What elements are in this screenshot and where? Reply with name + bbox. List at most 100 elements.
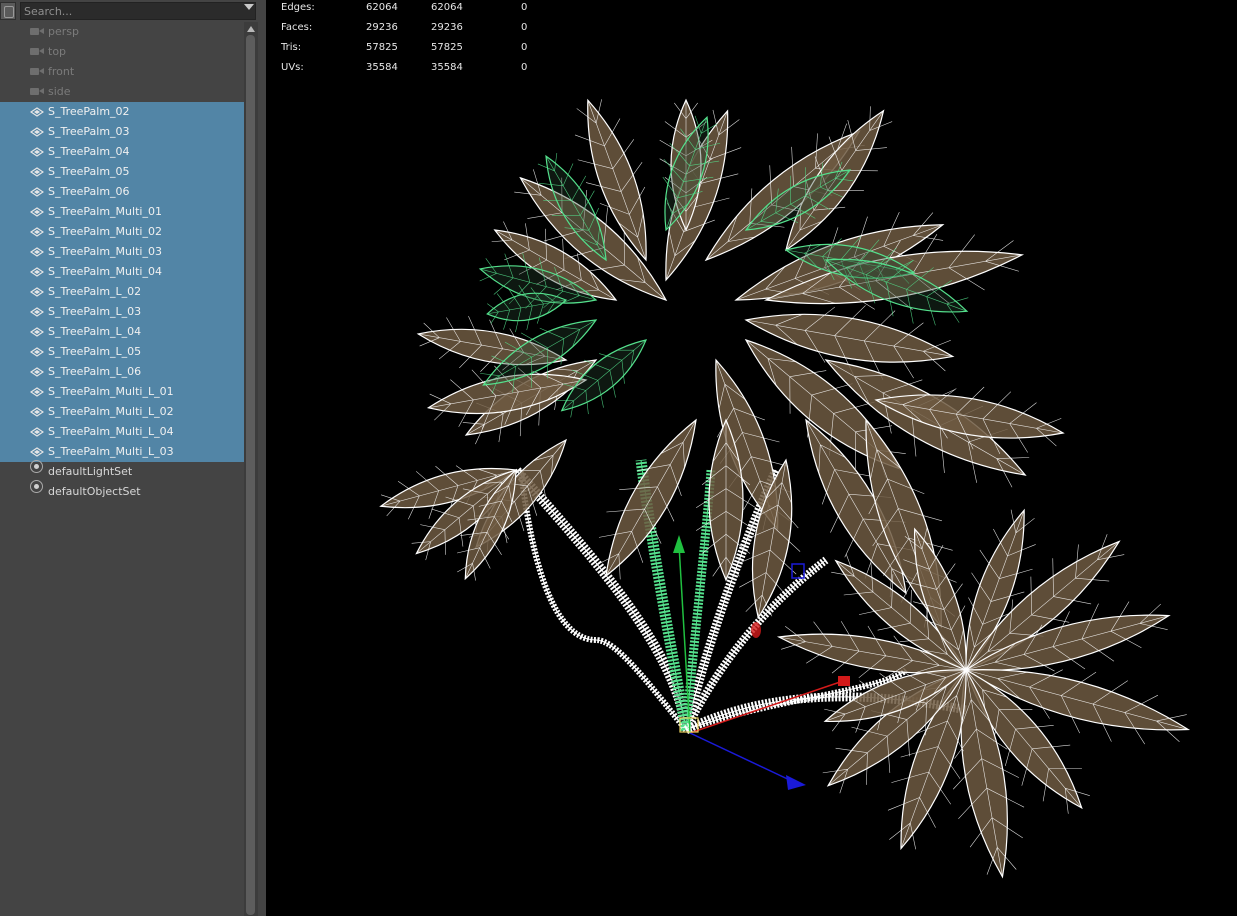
z-axis-handle	[689, 732, 797, 784]
outliner-scrollbar[interactable]	[244, 22, 258, 916]
outliner-item-label: S_TreePalm_L_06	[48, 365, 142, 378]
outliner-mesh-item[interactable]: S_TreePalm_Multi_L_01	[0, 382, 244, 402]
outliner-mesh-item[interactable]: S_TreePalm_L_03	[0, 302, 244, 322]
outliner-item-label: S_TreePalm_Multi_01	[48, 205, 162, 218]
outliner-mesh-item[interactable]: S_TreePalm_Multi_03	[0, 242, 244, 262]
hud-stat-value: 29236	[431, 22, 463, 33]
outliner-item-label: S_TreePalm_04	[48, 145, 130, 158]
outliner-set-item[interactable]: defaultObjectSet	[0, 480, 244, 502]
outliner-mesh-item[interactable]: S_TreePalm_05	[0, 162, 244, 182]
object-set-icon	[30, 460, 43, 473]
outliner-item-label: S_TreePalm_L_02	[48, 285, 142, 298]
camera-icon	[30, 27, 44, 36]
hud-stat-value: 0	[521, 2, 528, 13]
transform-node-icon	[29, 327, 45, 340]
outliner-item-label: top	[48, 45, 67, 58]
transform-node-icon	[29, 447, 45, 460]
rotate-handle-x	[751, 622, 761, 638]
x-axis-cube	[838, 676, 850, 686]
outliner-item-label: S_TreePalm_02	[48, 105, 130, 118]
transform-node-icon	[29, 187, 45, 200]
outliner-mesh-item[interactable]: S_TreePalm_Multi_01	[0, 202, 244, 222]
hud-stat-value: 35584	[366, 62, 398, 73]
outliner-mesh-item[interactable]: S_TreePalm_Multi_02	[0, 222, 244, 242]
outliner-search-row: Search...	[0, 0, 258, 22]
transform-node-icon	[29, 207, 45, 220]
outliner-item-label: S_TreePalm_Multi_02	[48, 225, 162, 238]
outliner-mesh-item[interactable]: S_TreePalm_03	[0, 122, 244, 142]
outliner-item-label: S_TreePalm_05	[48, 165, 130, 178]
outliner-item-label: defaultObjectSet	[48, 485, 141, 498]
outliner-item-label: S_TreePalm_L_03	[48, 305, 142, 318]
outliner-item-label: S_TreePalm_L_04	[48, 325, 142, 338]
3d-viewport[interactable]: Edges: 62064 62064 0 Faces: 29236 29236 0 Tris: 5…	[266, 0, 1237, 916]
transform-node-icon	[29, 247, 45, 260]
z-axis-arrow	[786, 775, 806, 790]
transform-node-icon	[29, 127, 45, 140]
hud-stat-label: Tris:	[281, 42, 302, 53]
outliner-mesh-item[interactable]: S_TreePalm_04	[0, 142, 244, 162]
hud-stat-value: 62064	[431, 2, 463, 13]
outliner-item-label: S_TreePalm_Multi_L_03	[48, 445, 174, 458]
outliner-mesh-item[interactable]: S_TreePalm_Multi_L_03	[0, 442, 244, 462]
scroll-up-arrow-icon[interactable]	[247, 26, 255, 32]
object-set-icon	[30, 480, 43, 493]
outliner-item-label: S_TreePalm_06	[48, 185, 130, 198]
outliner-mesh-item[interactable]: S_TreePalm_Multi_04	[0, 262, 244, 282]
outliner-camera-item[interactable]: top	[0, 42, 244, 62]
palm-tree-wireframe-scene[interactable]	[266, 0, 1237, 916]
outliner-item-label: S_TreePalm_L_05	[48, 345, 142, 358]
filter-icon[interactable]	[0, 2, 16, 20]
hud-stat-value: 57825	[366, 42, 398, 53]
outliner-item-label: S_TreePalm_Multi_L_02	[48, 405, 174, 418]
outliner-item-label: side	[48, 85, 71, 98]
outliner-camera-item[interactable]: front	[0, 62, 244, 82]
outliner-mesh-item[interactable]: S_TreePalm_L_04	[0, 322, 244, 342]
outliner-mesh-item[interactable]: S_TreePalm_L_02	[0, 282, 244, 302]
hud-stat-label: UVs:	[281, 62, 304, 73]
outliner-item-label: S_TreePalm_Multi_04	[48, 265, 162, 278]
outliner-camera-item[interactable]: side	[0, 82, 244, 102]
camera-icon	[30, 67, 44, 76]
outliner-mesh-item[interactable]: S_TreePalm_02	[0, 102, 244, 122]
hud-stat-value: 57825	[431, 42, 463, 53]
hud-stat-label: Faces:	[281, 22, 313, 33]
outliner-camera-item[interactable]: persp	[0, 22, 244, 42]
search-input[interactable]: Search...	[20, 2, 256, 20]
outliner-item-label: front	[48, 65, 75, 78]
hud-stat-label: Edges:	[281, 2, 315, 13]
outliner-mesh-item[interactable]: S_TreePalm_Multi_L_04	[0, 422, 244, 442]
transform-node-icon	[29, 287, 45, 300]
camera-icon	[30, 47, 44, 56]
hud-stat-value: 29236	[366, 22, 398, 33]
transform-node-icon	[29, 167, 45, 180]
hud-stat-value: 0	[521, 62, 528, 73]
search-options-chevron-down-icon[interactable]	[244, 4, 254, 10]
outliner-item-label: S_TreePalm_Multi_L_04	[48, 425, 174, 438]
panel-splitter[interactable]	[258, 0, 266, 916]
outliner-item-list: persp top front side S_TreePalm_02 S_TreePalm…	[0, 22, 244, 502]
hud-stat-value: 35584	[431, 62, 463, 73]
transform-node-icon	[29, 407, 45, 420]
transform-node-icon	[29, 347, 45, 360]
transform-node-icon	[29, 427, 45, 440]
hud-stat-value: 0	[521, 42, 528, 53]
transform-node-icon	[29, 107, 45, 120]
hud-stat-value: 0	[521, 22, 528, 33]
outliner-item-label: S_TreePalm_03	[48, 125, 130, 138]
transform-node-icon	[29, 307, 45, 320]
outliner-mesh-item[interactable]: S_TreePalm_L_06	[0, 362, 244, 382]
hud-stat-value: 62064	[366, 2, 398, 13]
outliner-item-label: persp	[48, 25, 79, 38]
outliner-mesh-item[interactable]: S_TreePalm_Multi_L_02	[0, 402, 244, 422]
outliner-mesh-item[interactable]: S_TreePalm_L_05	[0, 342, 244, 362]
transform-node-icon	[29, 367, 45, 380]
transform-node-icon	[29, 147, 45, 160]
scrollbar-thumb[interactable]	[246, 35, 255, 915]
outliner-item-label: S_TreePalm_Multi_03	[48, 245, 162, 258]
camera-icon	[30, 87, 44, 96]
transform-node-icon	[29, 387, 45, 400]
outliner-set-item[interactable]: defaultLightSet	[0, 460, 244, 482]
y-axis-arrow	[673, 535, 685, 553]
outliner-mesh-item[interactable]: S_TreePalm_06	[0, 182, 244, 202]
